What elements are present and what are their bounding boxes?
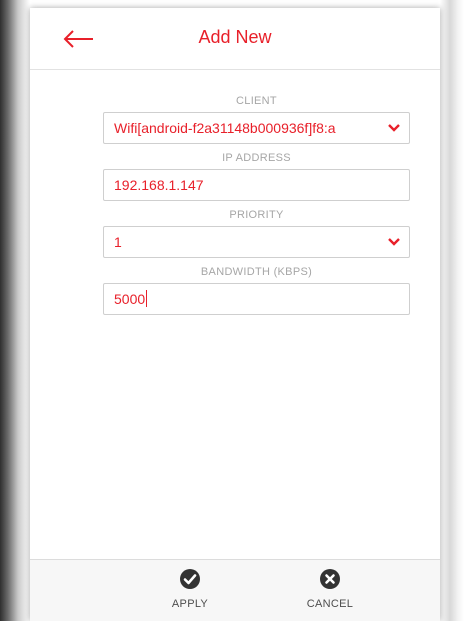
client-label: CLIENT — [236, 95, 277, 107]
footer-actions: APPLY CANCEL — [30, 559, 440, 621]
cancel-button[interactable]: CANCEL — [290, 568, 370, 610]
bandwidth-input[interactable]: 5000 — [103, 283, 410, 315]
check-circle-icon — [180, 569, 200, 589]
text-cursor — [146, 290, 148, 307]
add-new-panel: Add New CLIENT Wifi[android-f2a31148b000… — [30, 8, 440, 621]
ip-address-value: 192.168.1.147 — [114, 177, 204, 193]
client-select[interactable]: Wifi[android-f2a31148b000936f]f8:a — [103, 112, 410, 144]
add-new-form: CLIENT Wifi[android-f2a31148b000936f]f8:… — [103, 94, 410, 322]
bandwidth-value: 5000 — [114, 291, 146, 307]
page-title: Add New — [198, 27, 272, 47]
header: Add New — [30, 8, 440, 70]
priority-label: PRIORITY — [229, 209, 284, 221]
priority-value: 1 — [114, 234, 122, 250]
bandwidth-label: BANDWIDTH (KBPS) — [200, 266, 313, 278]
left-shadow — [0, 0, 30, 621]
chevron-down-icon — [388, 124, 400, 132]
apply-button[interactable]: APPLY — [150, 568, 230, 610]
x-circle-icon — [320, 569, 340, 589]
page: Add New CLIENT Wifi[android-f2a31148b000… — [0, 0, 464, 621]
cancel-label: CANCEL — [306, 598, 354, 610]
priority-select[interactable]: 1 — [103, 226, 410, 258]
bandwidth-field: BANDWIDTH (KBPS) 5000 — [103, 265, 410, 315]
client-value: Wifi[android-f2a31148b000936f]f8:a — [114, 120, 336, 136]
client-field: CLIENT Wifi[android-f2a31148b000936f]f8:… — [103, 94, 410, 144]
right-shadow — [440, 0, 464, 621]
apply-label: APPLY — [171, 598, 209, 610]
chevron-down-icon — [388, 238, 400, 246]
priority-field: PRIORITY 1 — [103, 208, 410, 258]
ip-address-input[interactable]: 192.168.1.147 — [103, 169, 410, 201]
ip-address-field: IP ADDRESS 192.168.1.147 — [103, 151, 410, 201]
ip-address-label: IP ADDRESS — [222, 152, 291, 164]
